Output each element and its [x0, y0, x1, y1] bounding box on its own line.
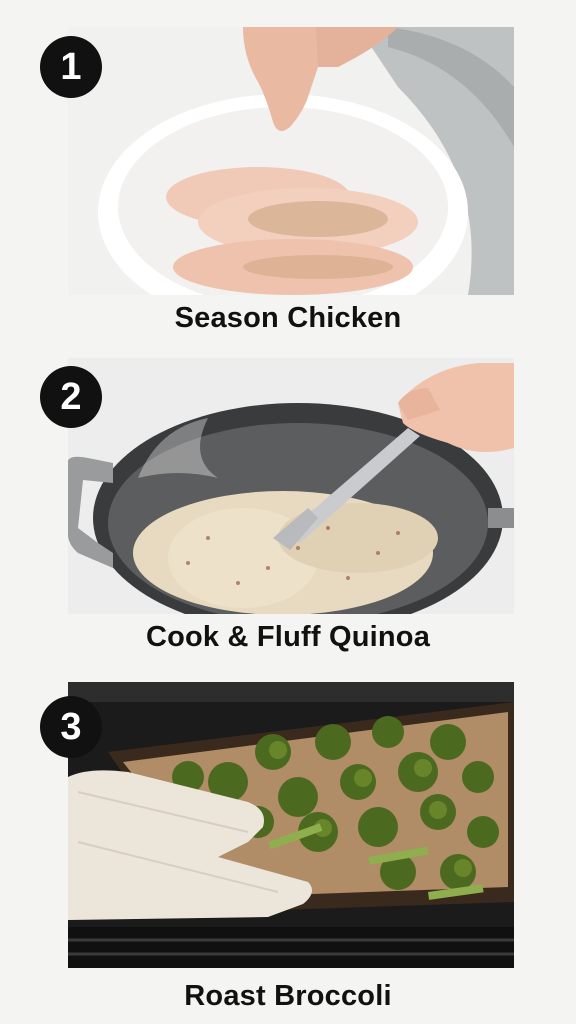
step-number-badge: 3 [40, 696, 102, 758]
step-3: 3 Roast Broccoli [0, 0, 576, 1024]
step-number-badge: 1 [40, 36, 102, 98]
step-number-badge: 2 [40, 366, 102, 428]
roast-broccoli-photo [68, 682, 514, 968]
step-caption: Roast Broccoli [184, 980, 392, 1012]
